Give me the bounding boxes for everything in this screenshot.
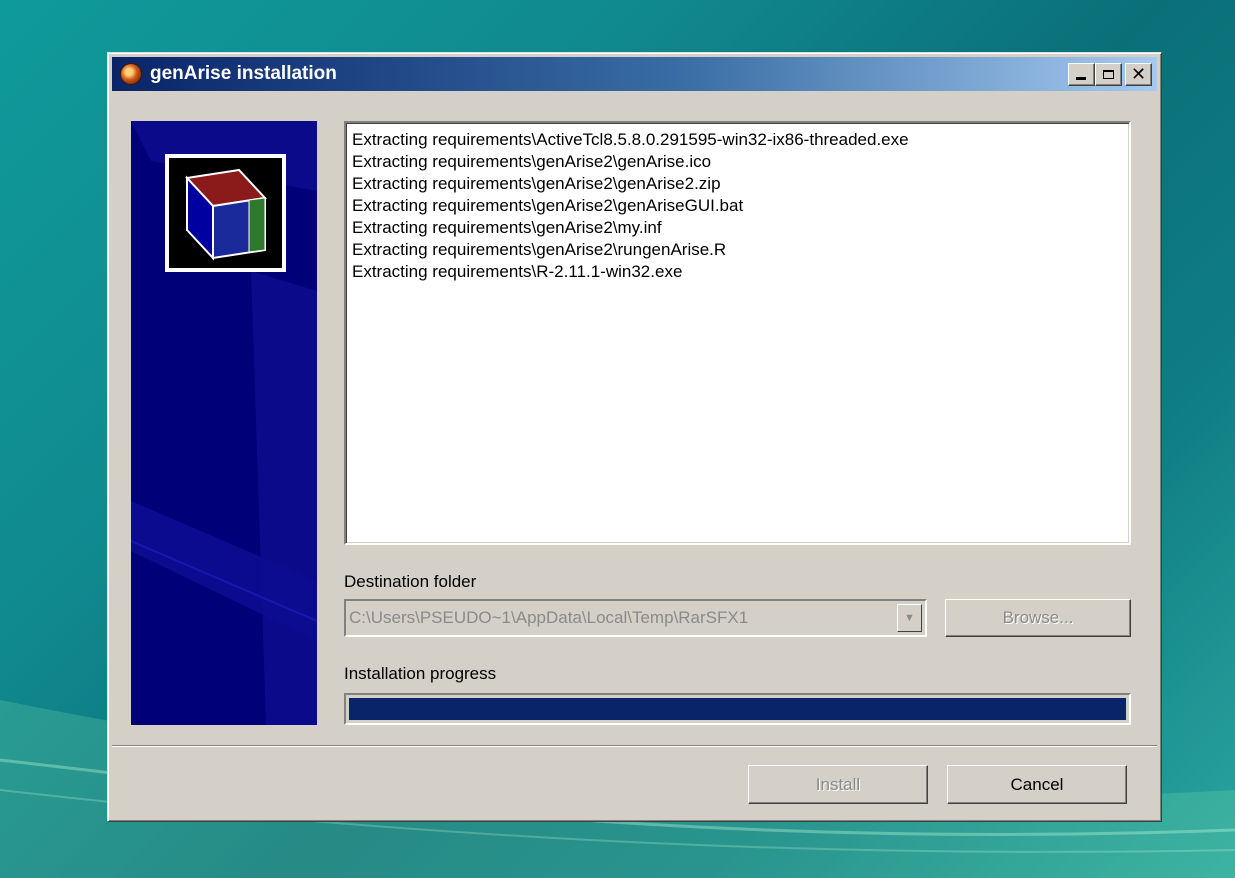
log-line: Extracting requirements\R-2.11.1-win32.e… [352, 262, 683, 281]
destination-label: Destination folder [344, 572, 477, 591]
log-line: Extracting requirements\genArise2\genAri… [352, 196, 744, 215]
log-line: Extracting requirements\genArise2\genAri… [352, 152, 712, 171]
title-bar[interactable]: genArise installation ✕ [112, 57, 1157, 91]
maximize-button[interactable] [1095, 63, 1122, 86]
destination-path: C:\Users\PSEUDO~1\AppData\Local\Temp\Rar… [349, 608, 749, 627]
install-button: Install [748, 765, 928, 804]
minimize-button[interactable] [1068, 63, 1095, 86]
progress-fill [349, 698, 1126, 720]
destination-combo: C:\Users\PSEUDO~1\AppData\Local\Temp\Rar… [344, 599, 927, 637]
maximize-icon [1103, 70, 1114, 79]
extraction-log[interactable]: Extracting requirements\ActiveTcl8.5.8.0… [344, 121, 1131, 545]
window-controls: ✕ [1068, 63, 1152, 86]
window-title: genArise installation [150, 63, 337, 84]
box-logo-icon [169, 158, 282, 268]
logo-frame [165, 154, 286, 272]
side-banner [131, 121, 317, 725]
log-line: Extracting requirements\genArise2\my.inf [352, 218, 662, 237]
footer-separator [112, 745, 1157, 747]
genarise-app-icon [120, 63, 142, 85]
browse-button: Browse... [945, 599, 1131, 637]
chevron-down-icon: ▼ [904, 612, 915, 624]
log-line: Extracting requirements\genArise2\rungen… [352, 240, 727, 259]
close-button[interactable]: ✕ [1125, 63, 1152, 86]
close-icon: ✕ [1130, 63, 1147, 85]
installation-progress-bar [344, 693, 1131, 725]
log-line: Extracting requirements\genArise2\genAri… [352, 174, 721, 193]
progress-label: Installation progress [344, 664, 497, 683]
cancel-button[interactable]: Cancel [947, 765, 1127, 804]
installer-window: genArise installation ✕ Extracting requi… [107, 52, 1162, 822]
dropdown-button: ▼ [897, 604, 922, 632]
minimize-icon [1076, 77, 1086, 80]
log-line: Extracting requirements\ActiveTcl8.5.8.0… [352, 130, 909, 149]
